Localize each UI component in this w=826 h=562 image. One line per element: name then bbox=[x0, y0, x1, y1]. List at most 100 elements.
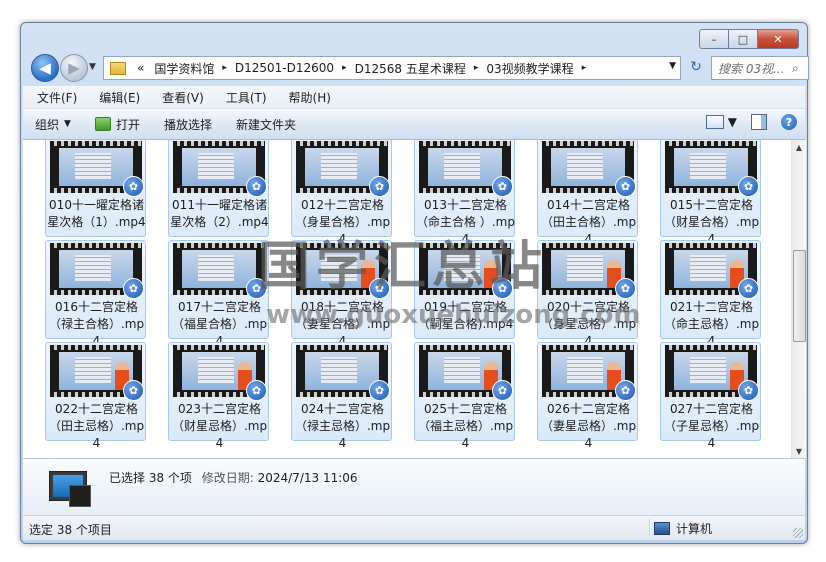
watermark-url: www.guoxuehuizong.com bbox=[266, 300, 641, 330]
search-placeholder[interactable]: 搜索 03视... bbox=[712, 60, 792, 77]
file-item[interactable]: ✿ 023十二宫定格（财星忌格）.mp4 bbox=[168, 342, 269, 450]
thumbnail-frame bbox=[674, 352, 748, 390]
organize-label: 组织 bbox=[35, 117, 60, 132]
thumbnail-frame bbox=[674, 148, 748, 186]
thumbnail-frame bbox=[59, 352, 133, 390]
breadcrumb-separator[interactable]: ▸ bbox=[471, 63, 482, 73]
breadcrumb-overflow[interactable]: « bbox=[132, 61, 149, 75]
status-selection-text: 选定 38 个项目 bbox=[29, 523, 112, 537]
menu-file[interactable]: 文件(F) bbox=[23, 89, 85, 106]
file-item[interactable]: ✿ 012十二宫定格（身星合格）.mp4 bbox=[291, 140, 392, 246]
media-player-badge-icon: ✿ bbox=[738, 176, 759, 197]
breadcrumb-separator[interactable]: ▸ bbox=[219, 63, 230, 73]
selected-files-icon bbox=[49, 467, 91, 507]
thumbnail-frame bbox=[428, 352, 502, 390]
media-player-badge-icon: ✿ bbox=[369, 176, 390, 197]
vertical-scrollbar[interactable]: ▲ ▼ bbox=[791, 140, 806, 458]
media-player-badge-icon: ✿ bbox=[492, 380, 513, 401]
file-item[interactable]: ✿ 011十一曜定格诸星次格（2）.mp4 bbox=[168, 140, 269, 237]
file-name: 026十二宫定格（妻星忌格）.mp4 bbox=[540, 402, 637, 450]
file-item[interactable]: ✿ 027十二宫定格（子星忌格）.mp4 bbox=[660, 342, 761, 450]
address-bar[interactable]: « 国学资料馆 ▸ D12501-D12600 ▸ D12568 五星术课程 ▸… bbox=[103, 56, 681, 80]
thumbnail-frame bbox=[182, 148, 256, 186]
organize-button[interactable]: 组织 ▼ bbox=[23, 116, 83, 133]
file-item[interactable]: ✿ 022十二宫定格（田主忌格）.mp4 bbox=[45, 342, 146, 450]
modified-value: 2024/7/13 11:06 bbox=[257, 471, 358, 485]
toolbar-right-group: ▼ ? bbox=[705, 114, 797, 130]
play-selection-label: 播放选择 bbox=[163, 117, 212, 132]
menu-bar: 文件(F) 编辑(E) 查看(V) 工具(T) 帮助(H) bbox=[23, 86, 805, 109]
back-button[interactable]: ◀ bbox=[31, 54, 59, 82]
views-dropdown-button[interactable]: ▼ bbox=[728, 115, 737, 129]
forward-button[interactable]: ▶ bbox=[60, 54, 88, 82]
scroll-thumb[interactable] bbox=[793, 250, 806, 342]
address-dropdown[interactable]: ▼ bbox=[669, 61, 676, 71]
file-item[interactable]: ✿ 014十二宫定格（田主合格）.mp4 bbox=[537, 140, 638, 246]
file-item[interactable]: ✿ 026十二宫定格（妻星忌格）.mp4 bbox=[537, 342, 638, 450]
refresh-icon[interactable]: ↻ bbox=[685, 57, 707, 77]
breadcrumb-item[interactable]: 国学资料馆 bbox=[149, 60, 219, 77]
file-item[interactable]: ✿ 024十二宫定格（禄主忌格）.mp4 bbox=[291, 342, 392, 450]
thumbnail-frame bbox=[551, 352, 625, 390]
watermark-title: 国学汇总站 bbox=[258, 237, 549, 297]
file-item[interactable]: ✿ 010十一曜定格诸星次格（1）.mp4 bbox=[45, 140, 146, 237]
preview-pane-icon[interactable] bbox=[751, 114, 767, 130]
resize-grip[interactable] bbox=[793, 528, 803, 538]
file-item[interactable]: ✿ 021十二宫定格（命主忌格）.mp4 bbox=[660, 240, 761, 348]
thumbnail-frame bbox=[59, 250, 133, 288]
file-name: 010十一曜定格诸星次格（1）.mp4 bbox=[47, 198, 146, 229]
status-zone: 计算机 bbox=[649, 519, 712, 537]
media-player-badge-icon: ✿ bbox=[615, 380, 636, 401]
file-list-pane[interactable]: ✿ 010十一曜定格诸星次格（1）.mp4 ✿ 011十一曜定格诸星次格（2）.mp4… bbox=[23, 140, 791, 458]
media-player-badge-icon: ✿ bbox=[123, 380, 144, 401]
status-bar: 选定 38 个项目 计算机 bbox=[23, 515, 805, 540]
file-name: 011十一曜定格诸星次格（2）.mp4 bbox=[170, 198, 269, 229]
close-button[interactable]: ✕ bbox=[758, 29, 799, 49]
change-view-icon[interactable] bbox=[705, 115, 724, 129]
scroll-down-button[interactable]: ▼ bbox=[792, 444, 806, 458]
maximize-button[interactable]: □ bbox=[729, 29, 758, 49]
scroll-up-button[interactable]: ▲ bbox=[792, 140, 806, 154]
details-pane: 已选择 38 个项 修改日期: 2024/7/13 11:06 bbox=[23, 458, 805, 515]
file-item[interactable]: ✿ 017十二宫定格（福星合格）.mp4 bbox=[168, 240, 269, 348]
media-player-badge-icon: ✿ bbox=[123, 176, 144, 197]
thumbnail-frame bbox=[551, 250, 625, 288]
breadcrumb-item[interactable]: 03视频教学课程 bbox=[481, 60, 578, 77]
media-player-badge-icon: ✿ bbox=[738, 278, 759, 299]
media-player-badge-icon: ✿ bbox=[123, 278, 144, 299]
chevron-down-icon: ▼ bbox=[64, 119, 71, 129]
breadcrumb-separator[interactable]: ▸ bbox=[339, 63, 350, 73]
file-item[interactable]: ✿ 016十二宫定格（禄主合格）.mp4 bbox=[45, 240, 146, 348]
media-player-badge-icon: ✿ bbox=[369, 380, 390, 401]
open-button[interactable]: 打开 bbox=[83, 116, 152, 133]
file-item[interactable]: ✿ 015十二宫定格（财星合格）.mp4 bbox=[660, 140, 761, 246]
file-name: 023十二宫定格（财星忌格）.mp4 bbox=[171, 402, 268, 450]
file-item[interactable]: ✿ 013十二宫定格（命主合格 ）.mp4 bbox=[414, 140, 515, 246]
breadcrumb-item[interactable]: D12568 五星术课程 bbox=[350, 60, 471, 77]
thumbnail-frame bbox=[551, 148, 625, 186]
menu-help[interactable]: 帮助(H) bbox=[275, 89, 339, 106]
breadcrumb-item[interactable]: D12501-D12600 bbox=[230, 61, 339, 75]
menu-view[interactable]: 查看(V) bbox=[148, 89, 212, 106]
search-icon[interactable]: ⌕ bbox=[792, 61, 808, 76]
media-player-badge-icon: ✿ bbox=[246, 380, 267, 401]
media-player-badge-icon: ✿ bbox=[615, 176, 636, 197]
menu-tools[interactable]: 工具(T) bbox=[212, 89, 275, 106]
selected-count: 已选择 38 个项 bbox=[109, 471, 192, 485]
recent-pages-dropdown[interactable]: ▼ bbox=[89, 62, 96, 72]
search-box[interactable]: 搜索 03视... ⌕ bbox=[711, 56, 809, 80]
file-item[interactable]: ✿ 025十二宫定格（福主忌格）.mp4 bbox=[414, 342, 515, 450]
thumbnail-frame bbox=[182, 352, 256, 390]
play-selection-button[interactable]: 播放选择 bbox=[152, 116, 224, 133]
breadcrumb-separator[interactable]: ▸ bbox=[579, 63, 590, 73]
help-icon[interactable]: ? bbox=[781, 114, 797, 130]
new-folder-label: 新建文件夹 bbox=[235, 117, 296, 132]
menu-edit[interactable]: 编辑(E) bbox=[85, 89, 148, 106]
file-name: 025十二宫定格（福主忌格）.mp4 bbox=[417, 402, 514, 450]
media-player-icon bbox=[94, 117, 111, 131]
minimize-button[interactable]: – bbox=[699, 29, 729, 49]
caption-buttons: – □ ✕ bbox=[699, 29, 799, 49]
thumbnail-frame bbox=[182, 250, 256, 288]
modified-label: 修改日期: bbox=[201, 471, 254, 485]
new-folder-button[interactable]: 新建文件夹 bbox=[224, 116, 308, 133]
